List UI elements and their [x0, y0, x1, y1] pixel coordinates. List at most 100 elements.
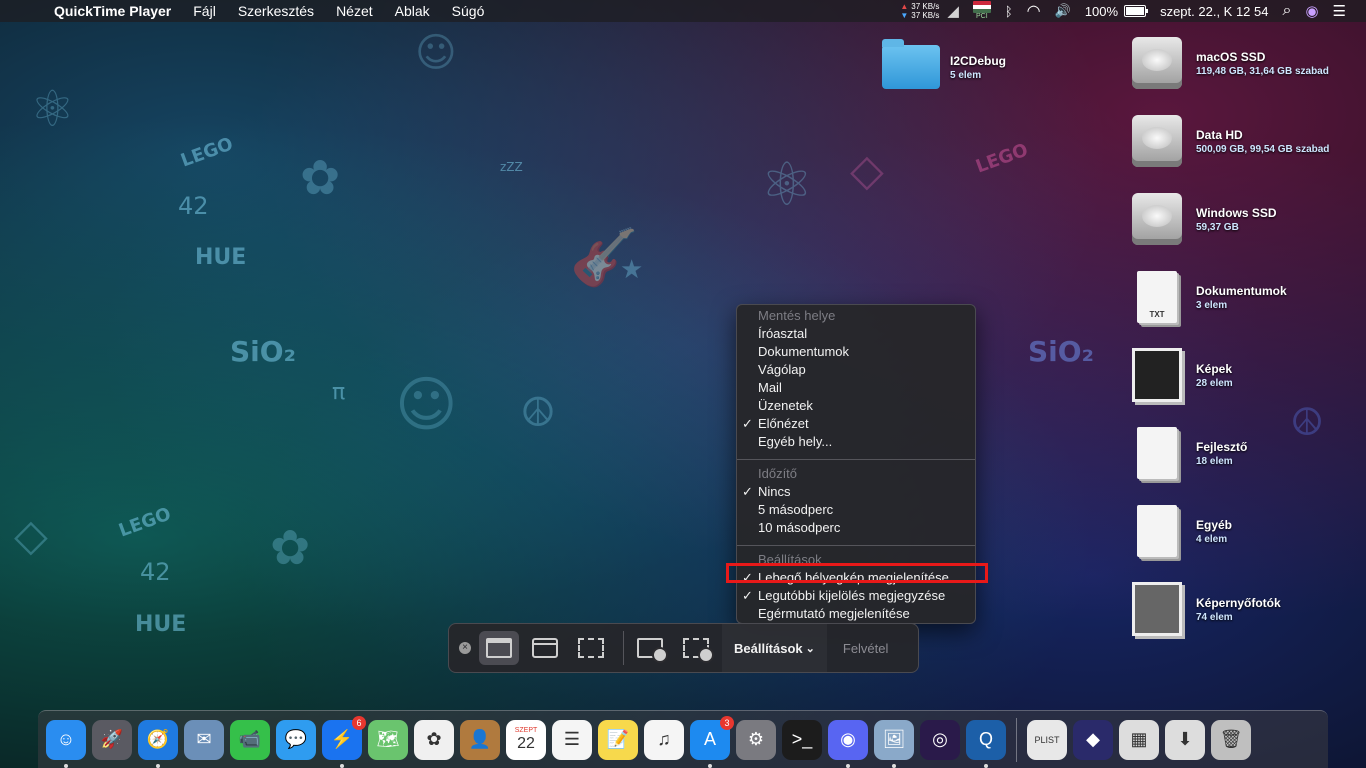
hungarian-flag-icon [972, 1, 991, 13]
capture-window-button[interactable] [525, 631, 565, 665]
desktop-item-info: 28 elem [1196, 377, 1233, 389]
battery-percent[interactable]: 100% [1085, 4, 1118, 19]
menu-item-remember-last-selection[interactable]: ✓ Legutóbbi kijelölés megjegyzése [737, 587, 975, 605]
dock-photos[interactable]: ✿ [414, 719, 454, 760]
menu-edit[interactable]: Szerkesztés [238, 3, 314, 19]
menu-item-messages[interactable]: Üzenetek [737, 397, 975, 415]
bluetooth-icon[interactable]: ᛒ [1005, 4, 1013, 19]
desktop-item-egyeb[interactable]: Egyéb 4 elem [1126, 502, 1232, 560]
menu-item-mail[interactable]: Mail [737, 379, 975, 397]
input-source-menu[interactable]: PCI [972, 1, 991, 21]
network-speed-indicator[interactable]: ▲ 37 KB/s ▼ 37 KB/s [900, 2, 939, 20]
desktop-item-macos-ssd[interactable]: macOS SSD 119,48 GB, 31,64 GB szabad [1126, 34, 1329, 92]
menu-item-clipboard[interactable]: Vágólap [737, 361, 975, 379]
dock-maps[interactable]: 🗺 [368, 719, 408, 760]
dock-terminal[interactable]: >_ [782, 719, 822, 760]
menu-item-label: Nincs [758, 484, 791, 499]
volume-icon[interactable]: 🔊 [1055, 3, 1071, 19]
menu-item-label: Mail [758, 380, 782, 395]
wifi-icon[interactable]: ◠ [1027, 1, 1041, 21]
screenshot-toolbar: × Beállítások ⌄ Felvétel [448, 623, 919, 673]
dock-facetime[interactable]: 📹 [230, 719, 270, 760]
flower-doodle-icon: ✿ [300, 150, 341, 206]
dock-notes[interactable]: 📝 [598, 719, 638, 760]
dock-plist-file[interactable]: PLIST [1027, 719, 1067, 760]
dock-preview[interactable]: 🖼 [874, 719, 914, 768]
menu-item-show-mouse-pointer[interactable]: Egérmutató megjelenítése [737, 605, 975, 623]
dock-screenshots-stack[interactable]: ▦ [1119, 719, 1159, 760]
running-indicator [156, 763, 160, 768]
record-entire-screen-button[interactable] [630, 631, 670, 665]
app-menu-quicktime[interactable]: QuickTime Player [54, 3, 171, 19]
clock[interactable]: szept. 22., K 12 54 [1160, 4, 1268, 19]
record-selection-button[interactable] [676, 631, 716, 665]
notification-badge: 3 [720, 715, 734, 730]
dock-divider [1016, 717, 1017, 762]
wallpaper-42-text: 42 [178, 192, 209, 220]
menu-item-other-location[interactable]: Egyéb hely... [737, 433, 975, 451]
battery-icon[interactable] [1124, 5, 1149, 17]
signal-icon[interactable]: ◢ [947, 2, 959, 20]
dock-mail-stamp[interactable]: ✉ [184, 719, 224, 760]
dock-discord[interactable]: ◉ [828, 719, 868, 768]
dock: ☺ 🚀 🧭 ✉ 📹 💬 ⚡ 6 🗺 ✿ 👤 SZEPT 22 ☰ 📝 ♫ A 3 ⚙ >_ ◉ 🖼 ◎ Q PLIST ◆ ▦ ⬇ 🗑 [38, 710, 1328, 768]
terminal-icon: >_ [791, 729, 813, 749]
dock-creative-app[interactable]: ◎ [920, 719, 960, 760]
menu-item-timer-none[interactable]: ✓ Nincs [737, 483, 975, 501]
dock-calendar[interactable]: SZEPT 22 [506, 719, 546, 760]
desktop-item-dokumentumok[interactable]: TXT Dokumentumok 3 elem [1126, 268, 1287, 326]
dock-safari[interactable]: 🧭 [138, 719, 178, 768]
launchpad-icon: 🚀 [100, 729, 124, 749]
dock-music[interactable]: ♫ [644, 719, 684, 760]
record-screen-icon [637, 638, 668, 663]
dock-downloads-stack[interactable]: ⬇ [1165, 719, 1205, 760]
menu-item-preview[interactable]: ✓ Előnézet [737, 415, 975, 433]
menu-item-desktop[interactable]: Íróasztal [737, 325, 975, 343]
dock-quicktime[interactable]: Q [966, 719, 1006, 768]
siri-icon[interactable]: ◉ [1305, 2, 1318, 20]
menu-item-timer-5s[interactable]: 5 másodperc [737, 501, 975, 519]
desktop-item-i2cdebug[interactable]: I2CDebug 5 elem [880, 38, 1006, 96]
dock-contacts[interactable]: 👤 [460, 719, 500, 760]
menu-view[interactable]: Nézet [336, 3, 373, 19]
section-header-timer: Időzítő [758, 466, 798, 481]
menu-item-documents[interactable]: Dokumentumok [737, 343, 975, 361]
dock-reminders[interactable]: ☰ [552, 719, 592, 760]
dock-cube-app[interactable]: ◆ [1073, 719, 1113, 760]
spotlight-search-icon[interactable]: ⌕ [1282, 2, 1291, 20]
desktop-item-fejleszto[interactable]: Fejlesztő 18 elem [1126, 424, 1247, 482]
folder-icon [880, 38, 942, 96]
desktop-item-windows-ssd[interactable]: Windows SSD 59,37 GB [1126, 190, 1277, 248]
desktop-item-name: Windows SSD [1196, 205, 1277, 220]
desktop-item-kepernyofotok[interactable]: Képernyőfotók 74 elem [1126, 580, 1281, 638]
menu-window[interactable]: Ablak [395, 3, 430, 19]
menu-item-timer-10s[interactable]: 10 másodperc [737, 519, 975, 537]
peace-doodle-icon: ☮ [520, 390, 556, 436]
menu-help[interactable]: Súgó [452, 3, 485, 19]
capture-button[interactable]: Felvétel [827, 641, 905, 656]
wallpaper-pi-text: π [332, 380, 346, 405]
desktop-item-kepek[interactable]: Képek 28 elem [1126, 346, 1233, 404]
menu-file[interactable]: Fájl [193, 3, 216, 19]
dock-launchpad[interactable]: 🚀 [92, 719, 132, 760]
close-icon[interactable]: × [459, 642, 471, 654]
capture-entire-screen-button[interactable] [479, 631, 519, 665]
options-dropdown-button[interactable]: Beállítások ⌄ [722, 624, 827, 672]
dock-messages[interactable]: 💬 [276, 719, 316, 760]
notification-badge: 6 [352, 715, 366, 730]
net-down-value: 37 KB/s [911, 11, 940, 20]
dock-app-store[interactable]: A3 [690, 715, 734, 768]
dock-trash[interactable]: 🗑 [1211, 719, 1251, 760]
check-icon: ✓ [742, 588, 753, 603]
menu-item-label: 10 másodperc [758, 520, 841, 535]
wallpaper-hue-text: HUE [195, 245, 247, 270]
dock-messenger[interactable]: ⚡ 6 [322, 715, 366, 768]
dock-system-preferences[interactable]: ⚙ [736, 719, 776, 760]
menu-item-label: Egérmutató megjelenítése [758, 606, 910, 621]
notification-center-icon[interactable]: ☰ [1333, 2, 1346, 20]
dock-finder[interactable]: ☺ [46, 719, 86, 768]
desktop-item-data-hd[interactable]: Data HD 500,09 GB, 99,54 GB szabad [1126, 112, 1329, 170]
capture-selection-button[interactable] [571, 631, 611, 665]
desktop-item-name: Data HD [1196, 127, 1243, 142]
desktop-item-name: Képernyőfotók [1196, 595, 1281, 610]
